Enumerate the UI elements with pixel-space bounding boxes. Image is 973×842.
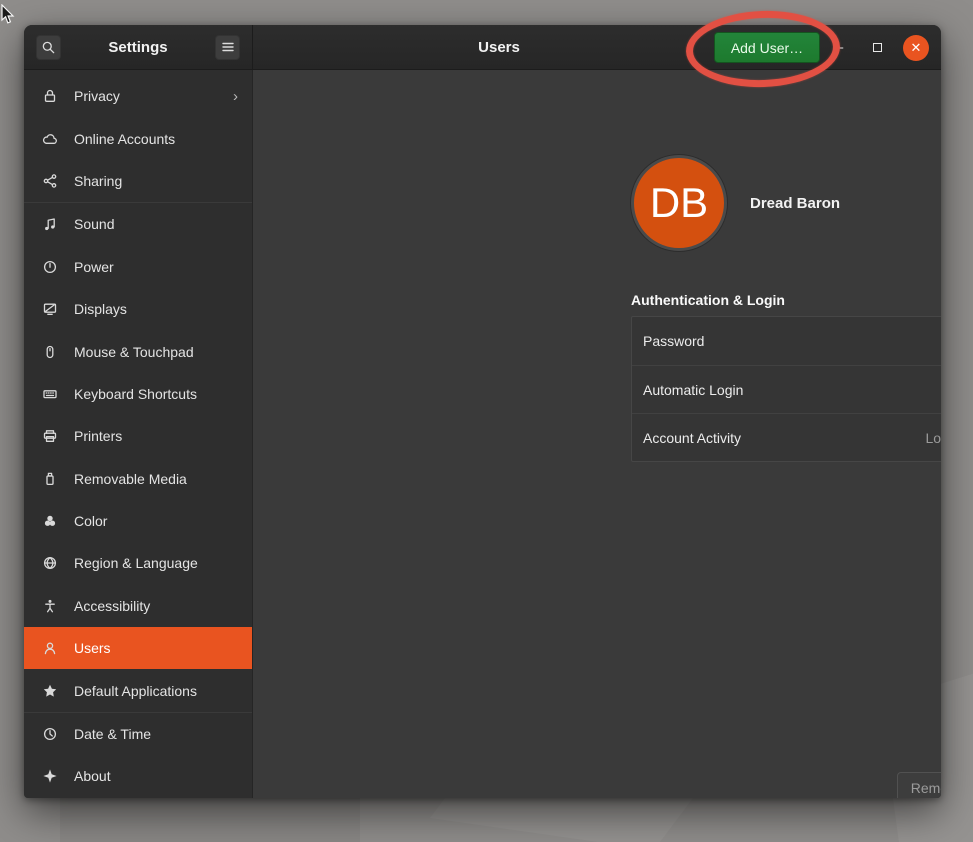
- sidebar-item-label: Sound: [74, 216, 114, 232]
- avatar[interactable]: DB: [631, 155, 727, 251]
- printer-icon: [42, 428, 58, 444]
- sidebar-item-power[interactable]: Power: [24, 246, 252, 288]
- sidebar-item-label: Default Applications: [74, 683, 197, 699]
- sidebar-item-label: About: [74, 768, 111, 784]
- color-icon: [42, 513, 58, 529]
- sidebar-headerbar: Settings: [24, 25, 253, 69]
- settings-window: Settings Users Add User… – ✕ Privacy › Onl…: [24, 25, 941, 798]
- sidebar-item-accessibility[interactable]: Accessibility: [24, 585, 252, 627]
- row-label: Automatic Login: [643, 382, 743, 398]
- minimize-button[interactable]: –: [827, 36, 851, 60]
- sidebar-item-label: Privacy: [74, 88, 120, 104]
- sidebar-item-displays[interactable]: Displays: [24, 288, 252, 330]
- row-right: Logged in: [925, 430, 941, 446]
- sidebar-item-keyboard-shortcuts[interactable]: Keyboard Shortcuts: [24, 373, 252, 415]
- add-user-button[interactable]: Add User…: [714, 32, 820, 63]
- sidebar-item-label: Printers: [74, 428, 122, 444]
- sidebar-item-printers[interactable]: Printers: [24, 415, 252, 457]
- sidebar-item-users[interactable]: Users: [24, 627, 252, 669]
- sidebar-item-label: Color: [74, 513, 107, 529]
- sidebar-item-about[interactable]: About: [24, 755, 252, 797]
- sidebar-item-label: Removable Media: [74, 471, 187, 487]
- hamburger-icon: [221, 41, 235, 53]
- sidebar-item-label: Date & Time: [74, 726, 151, 742]
- auth-row-account-activity[interactable]: Account Activity Logged in: [632, 413, 941, 461]
- about-icon: [42, 768, 58, 784]
- sidebar-item-label: Online Accounts: [74, 131, 175, 147]
- mouse-icon: [42, 344, 58, 360]
- sidebar-item-date-time[interactable]: Date & Time: [24, 713, 252, 755]
- sidebar-item-label: Users: [74, 640, 111, 656]
- sidebar-item-label: Mouse & Touchpad: [74, 344, 194, 360]
- users-panel: DB Dread Baron Authentication & Login Pa…: [253, 70, 941, 798]
- lock-icon: [42, 88, 58, 104]
- search-icon: [41, 40, 56, 55]
- share-icon: [42, 173, 58, 189]
- close-button[interactable]: ✕: [903, 35, 929, 61]
- sidebar-item-color[interactable]: Color: [24, 500, 252, 542]
- cloud-icon: [42, 131, 58, 147]
- search-button[interactable]: [36, 35, 61, 60]
- content-headerbar: Users Add User… – ✕: [253, 25, 941, 69]
- user-name: Dread Baron: [750, 195, 840, 212]
- maximize-icon: [873, 43, 882, 52]
- sidebar-item-region-language[interactable]: Region & Language: [24, 542, 252, 584]
- power-icon: [42, 259, 58, 275]
- accessibility-icon: [42, 598, 58, 614]
- window-controls: – ✕: [827, 25, 929, 70]
- displays-icon: [42, 301, 58, 317]
- sidebar-item-label: Power: [74, 259, 114, 275]
- sidebar-item-sharing[interactable]: Sharing: [24, 160, 252, 202]
- sidebar: Privacy › Online Accounts Sharing Sound Power…: [24, 70, 253, 798]
- remove-user-button[interactable]: Remove User…: [897, 772, 941, 798]
- star-icon: [42, 683, 58, 699]
- auth-card: Password••••• Automatic Login Account Acti…: [631, 316, 941, 462]
- auth-section-title: Authentication & Login: [631, 292, 785, 308]
- sidebar-item-label: Region & Language: [74, 555, 198, 571]
- sidebar-item-label: Sharing: [74, 173, 122, 189]
- sidebar-item-mouse-touchpad[interactable]: Mouse & Touchpad: [24, 330, 252, 372]
- row-label: Password: [643, 333, 704, 349]
- sidebar-item-removable-media[interactable]: Removable Media: [24, 458, 252, 500]
- users-icon: [42, 640, 58, 656]
- maximize-button[interactable]: [865, 36, 889, 60]
- row-label: Account Activity: [643, 430, 741, 446]
- headerbar: Settings Users Add User… – ✕: [24, 25, 941, 70]
- auth-row-automatic-login[interactable]: Automatic Login: [632, 365, 941, 413]
- keyboard-icon: [42, 386, 58, 402]
- clock-icon: [42, 726, 58, 742]
- mouse-cursor-icon: [1, 4, 16, 25]
- sidebar-item-online-accounts[interactable]: Online Accounts: [24, 117, 252, 159]
- removable-media-icon: [42, 471, 58, 487]
- chevron-right-icon: ›: [233, 88, 238, 105]
- auth-row-password[interactable]: Password•••••: [632, 317, 941, 365]
- sidebar-item-label: Accessibility: [74, 598, 150, 614]
- globe-icon: [42, 555, 58, 571]
- sidebar-item-privacy[interactable]: Privacy ›: [24, 75, 252, 117]
- sidebar-item-default-applications[interactable]: Default Applications: [24, 669, 252, 711]
- sidebar-item-label: Displays: [74, 301, 127, 317]
- sidebar-item-sound[interactable]: Sound: [24, 203, 252, 245]
- menu-button[interactable]: [215, 35, 240, 60]
- row-value: Logged in: [925, 430, 941, 446]
- sound-icon: [42, 216, 58, 232]
- sidebar-item-label: Keyboard Shortcuts: [74, 386, 197, 402]
